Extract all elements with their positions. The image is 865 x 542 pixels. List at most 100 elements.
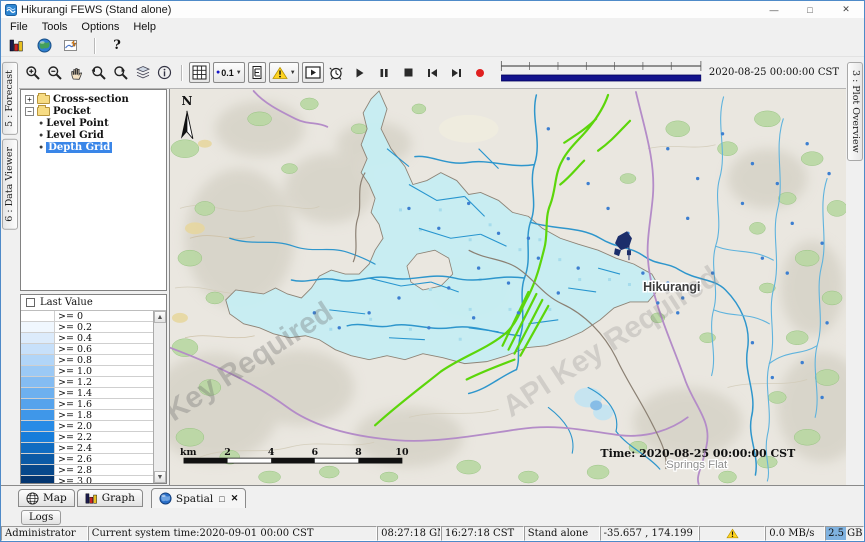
tree-item-pocket[interactable]: − Pocket	[23, 105, 166, 117]
legend-row[interactable]: >= 1.4	[21, 388, 153, 399]
tab-spatial[interactable]: Spatial □ ✕	[151, 488, 246, 509]
logs-button[interactable]: Logs	[21, 510, 61, 525]
collapse-icon[interactable]: −	[25, 107, 34, 116]
minimize-button[interactable]: —	[756, 1, 792, 18]
legend-row[interactable]: >= 2.6	[21, 454, 153, 465]
tree-item-depth-grid[interactable]: ● Depth Grid	[23, 141, 166, 153]
legend-row[interactable]: >= 2.4	[21, 443, 153, 454]
map-viewport[interactable]: Hikurangi Springs Flat API Key Required …	[169, 89, 846, 485]
legend-swatch	[21, 366, 55, 376]
legend-swatch	[21, 410, 55, 420]
legend-row[interactable]: >= 0.2	[21, 322, 153, 333]
skip-to-start-button[interactable]	[422, 63, 443, 83]
legend-row[interactable]: >= 3.0	[21, 476, 153, 483]
status-throughput: 0.0 MB/s	[765, 526, 825, 541]
expand-icon[interactable]: +	[25, 95, 34, 104]
legend-swatch	[21, 443, 55, 453]
tab-maximize-icon[interactable]: □	[219, 494, 224, 504]
legend-row[interactable]: >= 0.6	[21, 344, 153, 355]
rating-curve-button[interactable]	[61, 37, 83, 55]
layers-button[interactable]	[132, 63, 153, 83]
legend-row[interactable]: >= 2.8	[21, 465, 153, 476]
legend-swatch	[21, 388, 55, 398]
tab-spatial-label: Spatial	[176, 493, 213, 505]
thresholds-dropdown[interactable]: ▼	[269, 62, 299, 83]
database-reports-button[interactable]	[5, 37, 27, 55]
toolbar-separator	[94, 38, 95, 54]
pause-button[interactable]	[374, 63, 395, 83]
skip-to-end-button[interactable]	[446, 63, 467, 83]
last-value-checkbox[interactable]	[26, 298, 35, 307]
maximize-button[interactable]: □	[792, 1, 828, 18]
toolbar-separator	[181, 65, 182, 81]
legend-scrollbar[interactable]: ▲ ▼	[153, 311, 166, 483]
legend-row[interactable]: >= 1.2	[21, 377, 153, 388]
scroll-up-icon[interactable]: ▲	[154, 311, 166, 323]
animation-button[interactable]	[302, 62, 324, 83]
tree-item-label: Cross-section	[53, 94, 129, 105]
svg-text:km: km	[180, 447, 197, 458]
zoom-out-button[interactable]	[44, 63, 65, 83]
legend-row[interactable]: >= 0.8	[21, 355, 153, 366]
legend-swatch	[21, 322, 55, 332]
status-system-time: Current system time:2020-09-01 00:00 CST	[88, 526, 377, 541]
menu-options[interactable]: Options	[74, 20, 126, 34]
titlebar: Hikurangi FEWS (Stand alone) — □ ✕	[1, 1, 864, 18]
legend-row[interactable]: >= 2.0	[21, 421, 153, 432]
bullet-icon: ●	[39, 120, 43, 127]
chevron-down-icon: ▼	[290, 70, 296, 76]
globe-wireframe-icon	[26, 492, 39, 505]
close-button[interactable]: ✕	[828, 1, 864, 18]
elevation-scale-button[interactable]	[248, 62, 266, 83]
status-coordinates: -35.657 , 174.199	[600, 526, 700, 541]
timer-settings-button[interactable]	[326, 63, 347, 83]
record-button[interactable]	[470, 63, 491, 83]
tab-forecast[interactable]: 5 : Forecast	[2, 62, 18, 135]
status-warning-cell[interactable]	[699, 526, 765, 541]
legend-swatch	[21, 432, 55, 442]
tab-close-icon[interactable]: ✕	[231, 493, 239, 504]
svg-text:N: N	[181, 94, 192, 108]
legend-row[interactable]: >= 1.8	[21, 410, 153, 421]
legend-row[interactable]: >= 0	[21, 311, 153, 322]
zoom-next-button[interactable]	[110, 63, 131, 83]
legend-row[interactable]: >= 1.6	[21, 399, 153, 410]
zoom-previous-button[interactable]	[88, 63, 109, 83]
tab-data-viewer[interactable]: 6 : Data Viewer	[2, 139, 18, 230]
legend-table: >= 0 >= 0.2 >= 0.4 >= 0.6 >= 0.8 >= 1.0 …	[21, 311, 153, 483]
legend-swatch	[21, 421, 55, 431]
legend-swatch	[21, 377, 55, 387]
tree-item-cross-section[interactable]: + Cross-section	[23, 93, 166, 105]
menu-tools[interactable]: Tools	[35, 20, 75, 34]
info-button[interactable]	[154, 63, 175, 83]
interval-dropdown[interactable]: ● 0.1 ▼	[213, 62, 245, 83]
tree-item-label: Pocket	[53, 106, 91, 117]
timeline-slider[interactable]	[500, 60, 702, 86]
play-button[interactable]	[350, 63, 371, 83]
menu-help[interactable]: Help	[126, 20, 163, 34]
menu-file[interactable]: File	[3, 20, 35, 34]
zoom-in-button[interactable]	[22, 63, 43, 83]
globe-explorer-button[interactable]	[33, 37, 55, 55]
tree-item-level-grid[interactable]: ● Level Grid	[23, 129, 166, 141]
chevron-down-icon: ▼	[236, 70, 242, 76]
app-window: Hikurangi FEWS (Stand alone) — □ ✕ File …	[0, 0, 865, 542]
tab-map[interactable]: Map	[18, 489, 75, 507]
tab-graph[interactable]: Graph	[77, 489, 143, 507]
help-button[interactable]: ?	[106, 37, 128, 55]
legend-row[interactable]: >= 0.4	[21, 333, 153, 344]
scroll-down-icon[interactable]: ▼	[154, 471, 166, 483]
folder-icon	[37, 95, 50, 104]
map-toolbar: ● 0.1 ▼ ▼	[19, 57, 846, 89]
tree-item-level-point[interactable]: ● Level Point	[23, 117, 166, 129]
tab-plot-overview[interactable]: 3 : Plot Overview	[847, 62, 863, 161]
pan-button[interactable]	[66, 63, 87, 83]
tree-item-label: Level Point	[46, 118, 108, 129]
legend-row[interactable]: >= 1.0	[21, 366, 153, 377]
legend-swatch	[21, 465, 55, 475]
stop-button[interactable]	[398, 63, 419, 83]
grid-display-button[interactable]	[189, 62, 210, 83]
map-time-label: Time: 2020-08-25 00:00:00 CST	[600, 447, 796, 460]
bar-chart-icon	[85, 492, 98, 505]
legend-row[interactable]: >= 2.2	[21, 432, 153, 443]
